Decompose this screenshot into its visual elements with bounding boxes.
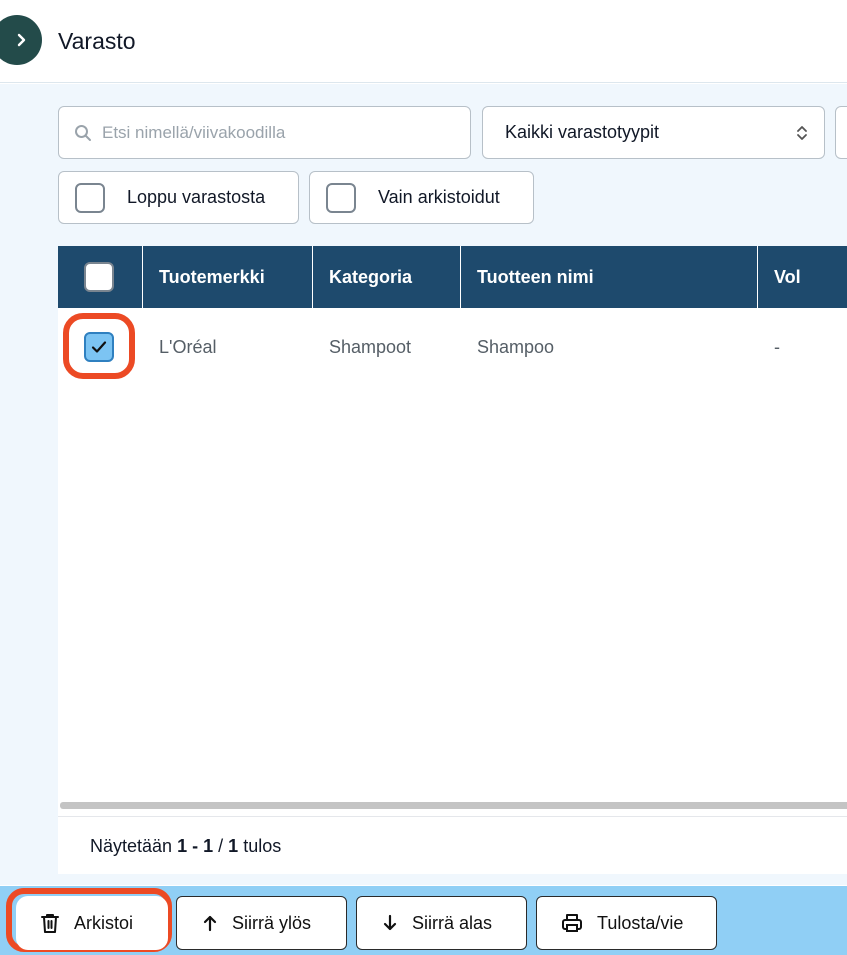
out-of-stock-checkbox[interactable] <box>75 182 105 213</box>
move-up-button[interactable]: Siirrä ylös <box>176 896 347 950</box>
column-header-vol[interactable]: Vol <box>758 246 847 308</box>
table-row[interactable]: L'Oréal Shampoot Shampoo - <box>58 308 847 386</box>
move-down-button[interactable]: Siirrä alas <box>356 896 527 950</box>
pagination-summary: Näytetään 1 - 1 / 1 tulos <box>90 836 281 857</box>
pagination-range: 1 - 1 <box>177 836 214 856</box>
chevron-up-down-icon <box>797 125 807 140</box>
move-up-label: Siirrä ylös <box>232 912 312 933</box>
row-checkbox-checked[interactable] <box>84 332 114 362</box>
pagination-suffix: tulos <box>243 836 282 856</box>
out-of-stock-filter[interactable]: Loppu varastosta <box>58 171 299 224</box>
archive-label: Arkistoi <box>74 912 134 933</box>
cell-vol: - <box>774 336 780 357</box>
printer-icon <box>561 912 583 934</box>
checkmark-icon <box>91 341 107 353</box>
cell-product-name: Shampoo <box>477 336 555 357</box>
divider <box>58 816 847 817</box>
table-header: Tuotemerkki Kategoria Tuotteen nimi Vol <box>58 246 847 308</box>
print-export-button[interactable]: Tulosta/vie <box>536 896 717 950</box>
page-header: Varasto <box>0 0 847 83</box>
cell-category: Shampoot <box>329 336 412 357</box>
storage-type-value: Kaikki varastotyypit <box>505 122 660 142</box>
select-all-cell <box>58 246 143 308</box>
archived-only-checkbox[interactable] <box>326 182 356 213</box>
out-of-stock-label: Loppu varastosta <box>127 187 266 207</box>
archive-button[interactable]: Arkistoi <box>16 896 168 950</box>
print-export-label: Tulosta/vie <box>597 912 684 933</box>
select-all-checkbox[interactable] <box>84 262 114 292</box>
column-header-product-name[interactable]: Tuotteen nimi <box>461 246 758 308</box>
storage-type-select[interactable]: Kaikki varastotyypit <box>482 106 825 159</box>
sidebar-toggle-button[interactable] <box>0 15 42 65</box>
arrow-up-icon <box>202 914 218 932</box>
pagination-prefix: Näytetään <box>90 836 173 856</box>
search-icon <box>75 124 91 141</box>
column-header-category[interactable]: Kategoria <box>313 246 461 308</box>
column-header-brand[interactable]: Tuotemerkki <box>143 246 313 308</box>
search-input[interactable] <box>102 122 442 143</box>
pagination-separator: / <box>218 836 224 856</box>
action-bar: Arkistoi Siirrä ylös Siirrä alas Tulosta… <box>0 886 847 955</box>
chevron-right-icon <box>17 33 26 47</box>
pagination-total: 1 <box>228 836 239 856</box>
page-title: Varasto <box>58 28 136 54</box>
move-down-label: Siirrä alas <box>412 912 493 933</box>
inventory-table: Tuotemerkki Kategoria Tuotteen nimi Vol … <box>58 246 847 874</box>
extra-filter-select[interactable] <box>835 106 847 159</box>
horizontal-scrollbar[interactable] <box>60 802 847 809</box>
main-content: Kaikki varastotyypit Loppu varastosta Va… <box>0 84 847 885</box>
archived-only-filter[interactable]: Vain arkistoidut <box>309 171 534 224</box>
search-field[interactable] <box>58 106 471 159</box>
cell-brand: L'Oréal <box>159 336 217 357</box>
archived-only-label: Vain arkistoidut <box>378 187 500 207</box>
trash-icon <box>40 912 60 934</box>
arrow-down-icon <box>382 914 398 932</box>
